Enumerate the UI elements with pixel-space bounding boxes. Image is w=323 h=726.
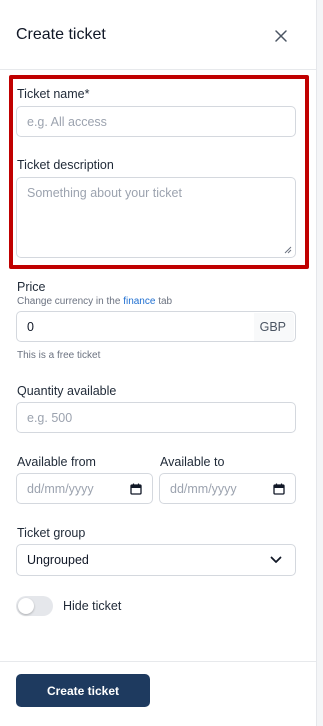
toggle-knob — [18, 598, 34, 614]
calendar-icon[interactable] — [130, 483, 142, 495]
price-label: Price — [17, 280, 46, 294]
available-from-field — [16, 473, 153, 504]
ticket-group-label: Ticket group — [17, 526, 86, 540]
ticket-name-label: Ticket name* — [17, 87, 90, 101]
ticket-group-select[interactable]: Ungrouped — [16, 544, 296, 576]
close-icon[interactable] — [272, 27, 290, 45]
available-to-label: Available to — [160, 455, 225, 469]
price-hint: Change currency in the finance tab — [17, 296, 172, 307]
quantity-label: Quantity available — [17, 384, 117, 398]
ticket-description-input[interactable] — [17, 178, 295, 257]
dialog-header: Create ticket — [0, 0, 316, 70]
ticket-description-field — [16, 177, 296, 258]
price-field: GBP — [16, 311, 296, 342]
footer-divider — [0, 661, 316, 662]
ticket-name-input[interactable] — [17, 107, 295, 136]
resize-grip-icon[interactable] — [284, 246, 292, 254]
ticket-group-value: Ungrouped — [27, 553, 89, 567]
panel-scroll-edge — [316, 0, 323, 726]
quantity-field — [16, 402, 296, 433]
chevron-down-icon — [270, 556, 282, 563]
available-from-label: Available from — [17, 455, 96, 469]
ticket-name-field — [16, 106, 296, 137]
create-ticket-panel: Create ticket Ticket name* Ticket descri… — [0, 0, 316, 726]
available-to-field — [159, 473, 296, 504]
price-hint-suffix: tab — [158, 296, 173, 307]
hide-ticket-label: Hide ticket — [63, 599, 122, 613]
hide-ticket-toggle[interactable] — [16, 596, 53, 616]
create-ticket-button[interactable]: Create ticket — [16, 674, 150, 707]
finance-tab-link[interactable]: finance — [123, 296, 155, 307]
ticket-description-label: Ticket description — [17, 158, 114, 172]
calendar-icon[interactable] — [273, 483, 285, 495]
free-ticket-note: This is a free ticket — [17, 350, 101, 361]
currency-suffix: GBP — [253, 313, 294, 341]
quantity-input[interactable] — [17, 403, 295, 432]
price-hint-prefix: Change currency in the — [17, 296, 121, 307]
dialog-title: Create ticket — [16, 26, 106, 43]
